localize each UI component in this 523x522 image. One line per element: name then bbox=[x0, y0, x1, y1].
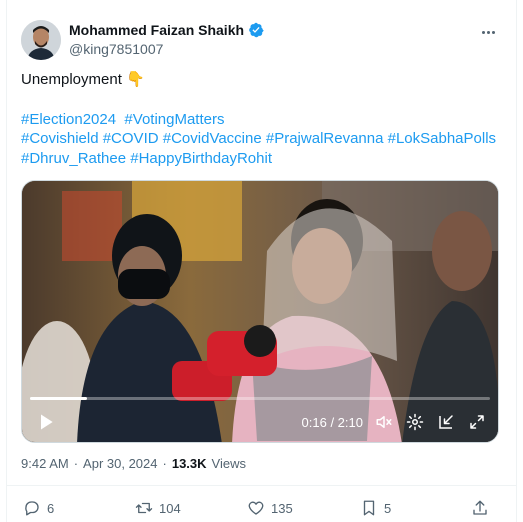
tweet-time[interactable]: 9:42 AM bbox=[21, 456, 69, 471]
repost-count: 104 bbox=[159, 500, 181, 516]
hashtag-line-1: #Election2024 #VotingMatters bbox=[21, 110, 501, 130]
play-icon[interactable] bbox=[36, 412, 56, 432]
repost-icon bbox=[135, 502, 153, 514]
tweet-meta: 9:42 AM · Apr 30, 2024 · 13.3K Views bbox=[21, 456, 246, 471]
like-button[interactable]: 135 bbox=[247, 499, 293, 517]
hashtag-link[interactable]: #CovidVaccine bbox=[163, 130, 262, 147]
repost-button[interactable]: 104 bbox=[135, 499, 181, 517]
reply-count: 6 bbox=[47, 500, 55, 516]
tweet-body: Unemployment 👇 bbox=[21, 71, 145, 88]
verified-badge-icon bbox=[249, 22, 264, 38]
action-bar: 6 104 135 5 bbox=[7, 485, 516, 522]
hashtag-link[interactable]: #COVID bbox=[103, 130, 159, 147]
hashtag-link[interactable]: #Election2024 bbox=[21, 111, 116, 128]
tweet-card: Mohammed Faizan Shaikh @king7851007 Unem… bbox=[6, 0, 517, 522]
share-button[interactable] bbox=[471, 499, 489, 517]
mute-icon[interactable] bbox=[375, 413, 393, 431]
settings-icon[interactable] bbox=[406, 413, 424, 431]
avatar[interactable] bbox=[21, 20, 61, 60]
hashtag-link[interactable]: #PrajwalRevanna bbox=[266, 130, 384, 147]
video-player[interactable]: 0:16 / 2:10 bbox=[21, 180, 499, 443]
bookmark-icon bbox=[363, 500, 375, 516]
like-icon bbox=[248, 501, 264, 515]
author-handle[interactable]: @king7851007 bbox=[69, 41, 163, 57]
tweet-date[interactable]: Apr 30, 2024 bbox=[83, 456, 157, 471]
video-progress-fill bbox=[30, 397, 87, 400]
views-count: 13.3K bbox=[171, 456, 207, 471]
like-count: 135 bbox=[271, 500, 293, 516]
views-label: Views bbox=[211, 456, 246, 471]
reply-button[interactable]: 6 bbox=[23, 499, 54, 517]
hashtag-link[interactable]: #Dhruv_Rathee bbox=[21, 150, 126, 167]
hashtag-line-3: #Dhruv_Rathee #HappyBirthdayRohit bbox=[21, 149, 501, 169]
pip-icon[interactable] bbox=[437, 413, 455, 431]
hashtag-link[interactable]: #VotingMatters bbox=[124, 111, 224, 128]
tweet-text: Unemployment 👇 #Election2024 #VotingMatt… bbox=[21, 70, 501, 168]
video-progress-bar[interactable] bbox=[30, 397, 490, 400]
meta-separator: · bbox=[73, 456, 79, 471]
author-name-row[interactable]: Mohammed Faizan Shaikh bbox=[69, 22, 264, 38]
hashtag-link[interactable]: #LokSabhaPolls bbox=[388, 130, 496, 147]
hashtag-line-2: #Covishield #COVID #CovidVaccine #Prajwa… bbox=[21, 129, 501, 149]
reply-icon bbox=[25, 501, 39, 516]
share-icon bbox=[473, 500, 487, 515]
video-time: 0:16 / 2:10 bbox=[301, 414, 363, 430]
meta-separator: · bbox=[162, 456, 167, 471]
hashtag-link[interactable]: #Covishield bbox=[21, 130, 99, 147]
video-controls: 0:16 / 2:10 bbox=[22, 402, 498, 442]
bookmark-button[interactable]: 5 bbox=[360, 499, 391, 517]
more-icon[interactable] bbox=[478, 24, 498, 40]
fullscreen-icon[interactable] bbox=[468, 413, 486, 431]
author-display-name[interactable]: Mohammed Faizan Shaikh bbox=[69, 22, 244, 38]
hashtag-link[interactable]: #HappyBirthdayRohit bbox=[130, 150, 272, 167]
bookmark-count: 5 bbox=[384, 500, 392, 516]
avatar-image bbox=[21, 20, 61, 60]
